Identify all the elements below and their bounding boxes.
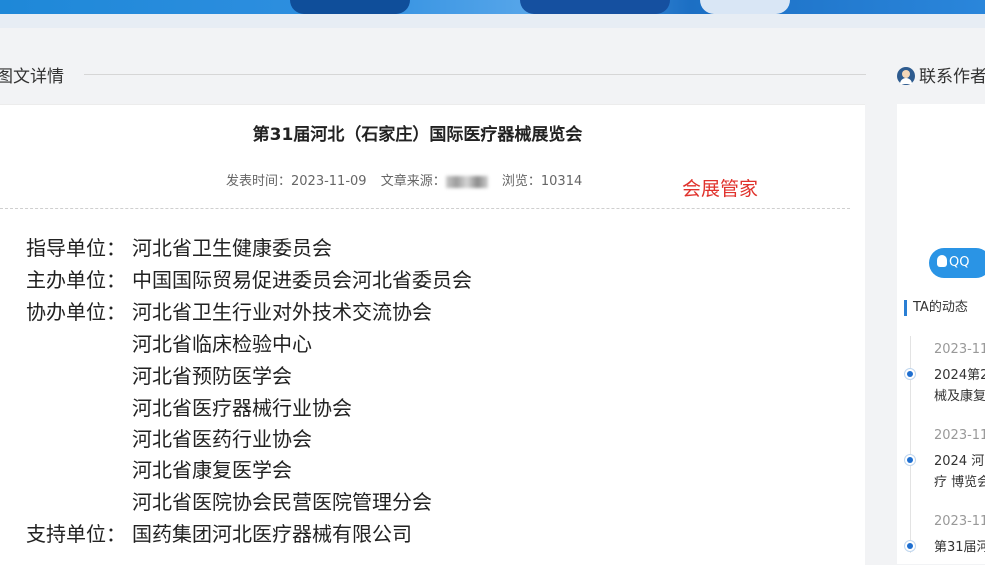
activity-title: TA的动态	[904, 300, 968, 316]
banner-decoration	[290, 0, 410, 14]
watermark-text: 会展管家	[682, 178, 759, 200]
article-meta: 发表时间：2023-11-09 文章来源： 浏览：10314	[226, 170, 592, 189]
qq-label: QQ	[949, 255, 970, 270]
line-value: 河北省康复医学会	[132, 458, 292, 482]
line-label: 支持单位：	[26, 522, 126, 546]
section-title: 图文详情	[0, 67, 64, 87]
article-line: 协办单位： 河北省卫生行业对外技术交流协会	[26, 296, 432, 325]
timeline-dot-icon	[904, 368, 916, 380]
top-banner	[0, 0, 985, 14]
line-value: 河北省临床检验中心	[132, 332, 312, 356]
views-label: 浏览：	[501, 174, 541, 189]
line-value: 河北省卫生健康委员会	[132, 236, 332, 260]
source-blurred	[445, 175, 488, 188]
line-value: 河北省医院协会民营医院管理分会	[132, 490, 432, 514]
activity-date: 2023-11	[934, 514, 985, 529]
timeline-dot-icon	[904, 454, 916, 466]
activity-item[interactable]: 2024第2 械及康复	[934, 365, 985, 407]
line-value: 中国国际贸易促进委员会河北省委员会	[132, 268, 472, 292]
article-line: 主办单位： 中国国际贸易促进委员会河北省委员会	[26, 264, 472, 293]
article-line: 河北省康复医学会	[26, 454, 292, 483]
article-line: 河北省临床检验中心	[26, 328, 312, 357]
line-value: 河北省卫生行业对外技术交流协会	[132, 300, 432, 324]
banner-decoration	[520, 0, 670, 14]
section-divider	[84, 74, 866, 75]
line-label: 协办单位：	[26, 300, 126, 324]
activity-line: 疗 博览会	[934, 475, 985, 490]
publish-label: 发表时间：	[226, 174, 292, 189]
article-line: 河北省医药行业协会	[26, 423, 312, 452]
activity-line: 2024第2	[934, 368, 985, 383]
views-count: 10314	[540, 174, 583, 189]
activity-date: 2023-11	[934, 428, 985, 443]
article-title: 第31届河北（石家庄）国际医疗器械展览会	[252, 125, 583, 145]
activity-date: 2023-11	[934, 342, 985, 357]
source-label: 文章来源：	[380, 174, 446, 189]
activity-line: 2024 河	[934, 454, 985, 469]
line-value: 河北省医药行业协会	[132, 427, 312, 451]
meta-divider	[0, 208, 850, 209]
banner-strip	[0, 14, 985, 28]
avatar-icon	[897, 67, 915, 85]
line-label: 主办单位：	[26, 268, 126, 292]
article-line: 河北省预防医学会	[26, 360, 292, 389]
timeline-dot-icon	[904, 540, 916, 552]
activity-line: 械及康复	[934, 389, 985, 404]
line-label: 指导单位：	[26, 236, 126, 260]
line-value: 国药集团河北医疗器械有限公司	[132, 522, 412, 546]
article-line: 河北省医疗器械行业协会	[26, 392, 352, 421]
contact-author-title: 联系作者	[919, 67, 985, 87]
activity-item[interactable]: 2024 河疗 博览会	[934, 451, 985, 493]
publish-date: 2023-11-09	[291, 174, 367, 189]
article-line: 支持单位： 国药集团河北医疗器械有限公司	[26, 518, 412, 547]
line-value: 河北省医疗器械行业协会	[132, 396, 352, 420]
activity-item[interactable]: 第31届河	[934, 537, 985, 558]
banner-decoration	[700, 0, 790, 14]
line-value: 河北省预防医学会	[132, 364, 292, 388]
article-line: 河北省医院协会民营医院管理分会	[26, 486, 432, 515]
article-line: 指导单位： 河北省卫生健康委员会	[26, 232, 332, 261]
qq-icon	[937, 255, 947, 267]
qq-contact-button[interactable]: QQ	[929, 248, 985, 278]
contact-author-header: 联系作者	[897, 62, 985, 87]
